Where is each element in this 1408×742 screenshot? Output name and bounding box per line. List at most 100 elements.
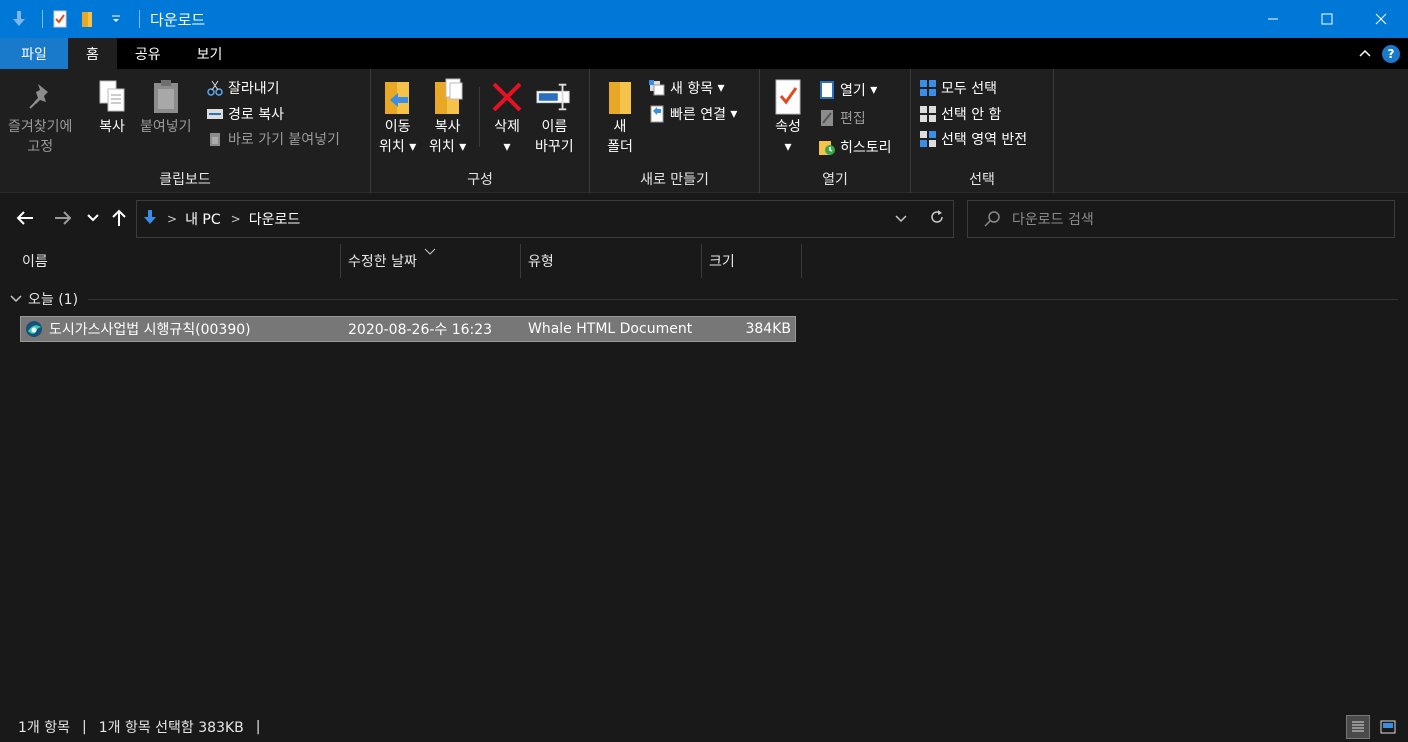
file-icon-cell [25, 317, 43, 341]
tab-home[interactable]: 홈 [68, 38, 117, 69]
help-icon[interactable]: ? [1382, 44, 1400, 63]
search-box[interactable]: 다운로드 검색 [967, 200, 1395, 238]
minimize-button[interactable] [1246, 0, 1300, 38]
breadcrumb-downloads[interactable]: 다운로드 [249, 209, 301, 229]
copy-path-button[interactable]: 경로 복사 [206, 104, 284, 124]
navigation-bar: > 내 PC > 다운로드 다운로드 검색 [0, 194, 1408, 244]
new-folder-button[interactable]: 새 폴더 [602, 77, 638, 157]
group-header-today[interactable]: 오늘 (1) [10, 288, 78, 310]
search-icon [984, 211, 1000, 227]
organize-group-label: 구성 [467, 172, 493, 188]
breadcrumb-separator[interactable]: > [167, 212, 177, 226]
recent-locations-button[interactable] [82, 207, 104, 229]
invert-selection-label: 선택 영역 반전 [941, 132, 1028, 148]
window-controls [1246, 0, 1408, 38]
copy-button[interactable]: 복사 [94, 77, 130, 137]
invert-selection-button[interactable]: 선택 영역 반전 [919, 129, 1027, 149]
close-button[interactable] [1354, 0, 1408, 38]
file-date: 2020-08-26-수 16:23 [348, 322, 493, 338]
details-view-button[interactable] [1346, 715, 1370, 739]
history-button[interactable]: 히스토리 [818, 137, 892, 157]
up-button[interactable] [108, 207, 130, 229]
copy-to-button[interactable]: 복사 위치 ▾ [429, 77, 466, 157]
tab-share[interactable]: 공유 [117, 38, 179, 69]
rename-icon [536, 77, 572, 117]
select-all-icon [919, 79, 937, 97]
pin-label-1: 즐겨찾기에 [8, 119, 73, 135]
delete-label: 삭제 [494, 119, 520, 135]
history-label: 히스토리 [840, 140, 892, 156]
forward-button[interactable] [52, 207, 74, 229]
invert-selection-icon [919, 130, 937, 148]
delete-x-icon [489, 77, 525, 117]
status-item-count: 1개 항목 [18, 720, 70, 736]
file-name[interactable]: 도시가스사업법 시행규칙(00390) [49, 317, 251, 341]
up-arrow-icon [112, 209, 126, 226]
chevron-down-icon [895, 215, 907, 223]
properties-icon [770, 77, 806, 117]
easy-access-button[interactable]: 빠른 연결 ▾ [648, 104, 737, 124]
customize-qat-icon[interactable] [105, 8, 127, 30]
sort-indicator-icon [424, 244, 436, 260]
column-divider[interactable] [801, 244, 802, 278]
back-arrow-icon [16, 211, 33, 225]
column-name[interactable]: 이름 [14, 244, 340, 278]
back-button[interactable] [14, 207, 36, 229]
new-item-button[interactable]: 새 항목 ▾ [648, 78, 725, 98]
easy-access-icon [648, 105, 666, 123]
status-selection: 1개 항목 선택함 383KB [98, 720, 244, 736]
download-location-icon [143, 209, 157, 229]
paste-shortcut-label: 바로 가기 붙여넣기 [228, 132, 340, 148]
tab-view[interactable]: 보기 [179, 38, 241, 69]
breadcrumb-separator[interactable]: > [231, 212, 241, 226]
group-select: 모두 선택 선택 안 함 선택 영역 반전 선택 [911, 69, 1054, 193]
qat-separator [139, 10, 140, 28]
move-to-label-1: 이동 [384, 119, 411, 135]
select-none-button[interactable]: 선택 안 함 [919, 104, 1001, 124]
rename-button[interactable]: 이름 바꾸기 [535, 77, 574, 157]
ribbon-tabs: 파일 홈 공유 보기 ? [0, 38, 1408, 69]
open-label: 열기 [840, 83, 866, 99]
properties-dropdown-arrow: ▾ [784, 139, 792, 155]
new-folder-icon[interactable] [77, 8, 99, 30]
breadcrumb-this-pc[interactable]: 내 PC [185, 209, 221, 229]
group-divider [88, 299, 1398, 300]
easy-access-label: 빠른 연결 [670, 107, 726, 123]
address-bar[interactable]: > 내 PC > 다운로드 [136, 200, 954, 238]
move-to-button[interactable]: 이동 위치 ▾ [379, 77, 416, 157]
tab-file[interactable]: 파일 [0, 38, 68, 69]
address-history-dropdown[interactable] [895, 211, 907, 227]
group-organize: 이동 위치 ▾ 복사 위치 ▾ 삭제 ▾ 이름 바꾸기 구성 [371, 69, 590, 193]
edit-button[interactable]: 편집 [818, 108, 866, 128]
select-all-button[interactable]: 모두 선택 [919, 78, 997, 98]
select-none-icon [919, 105, 937, 123]
copy-to-label-2: 위치 [429, 139, 455, 155]
delete-button[interactable]: 삭제 ▾ [489, 77, 525, 157]
refresh-button[interactable] [929, 209, 945, 229]
paste-shortcut-button[interactable]: 바로 가기 붙여넣기 [206, 129, 340, 149]
maximize-button[interactable] [1300, 0, 1354, 38]
group-new: 새 폴더 새 항목 ▾ 빠른 연결 ▾ 새로 만들기 [590, 69, 760, 193]
pin-to-quick-access-button[interactable]: 즐겨찾기에 고정 [8, 77, 72, 157]
column-type[interactable]: 유형 [520, 244, 701, 278]
maximize-icon [1321, 13, 1333, 25]
properties-button[interactable]: 속성 ▾ [770, 77, 806, 157]
properties-icon[interactable] [49, 8, 71, 30]
copy-to-label-1: 복사 [434, 119, 461, 135]
column-size[interactable]: 크기 [701, 244, 801, 278]
chevron-down-icon [10, 295, 22, 303]
paste-button[interactable]: 붙여넣기 [140, 77, 192, 137]
clipboard-group-label: 클립보드 [159, 172, 211, 188]
cut-button[interactable]: 잘라내기 [206, 78, 280, 98]
column-headers: 이름 수정한 날짜 유형 크기 [0, 244, 1408, 278]
group-clipboard: 즐겨찾기에 고정 복사 붙여넣기 잘라내기 경로 복사 바로 가기 붙여넣기 클… [0, 69, 371, 193]
collapse-ribbon-icon[interactable] [1358, 46, 1372, 62]
window-title: 다운로드 [150, 10, 206, 29]
open-button[interactable]: 열기 ▾ [818, 80, 877, 100]
file-row[interactable]: 도시가스사업법 시행규칙(00390) 2020-08-26-수 16:23 W… [20, 316, 796, 342]
large-icons-view-button[interactable] [1376, 715, 1400, 739]
rename-label-2: 바꾸기 [535, 139, 574, 155]
download-folder-icon [8, 8, 30, 30]
copy-label: 복사 [99, 119, 125, 135]
quick-access-toolbar: 다운로드 [0, 0, 205, 38]
